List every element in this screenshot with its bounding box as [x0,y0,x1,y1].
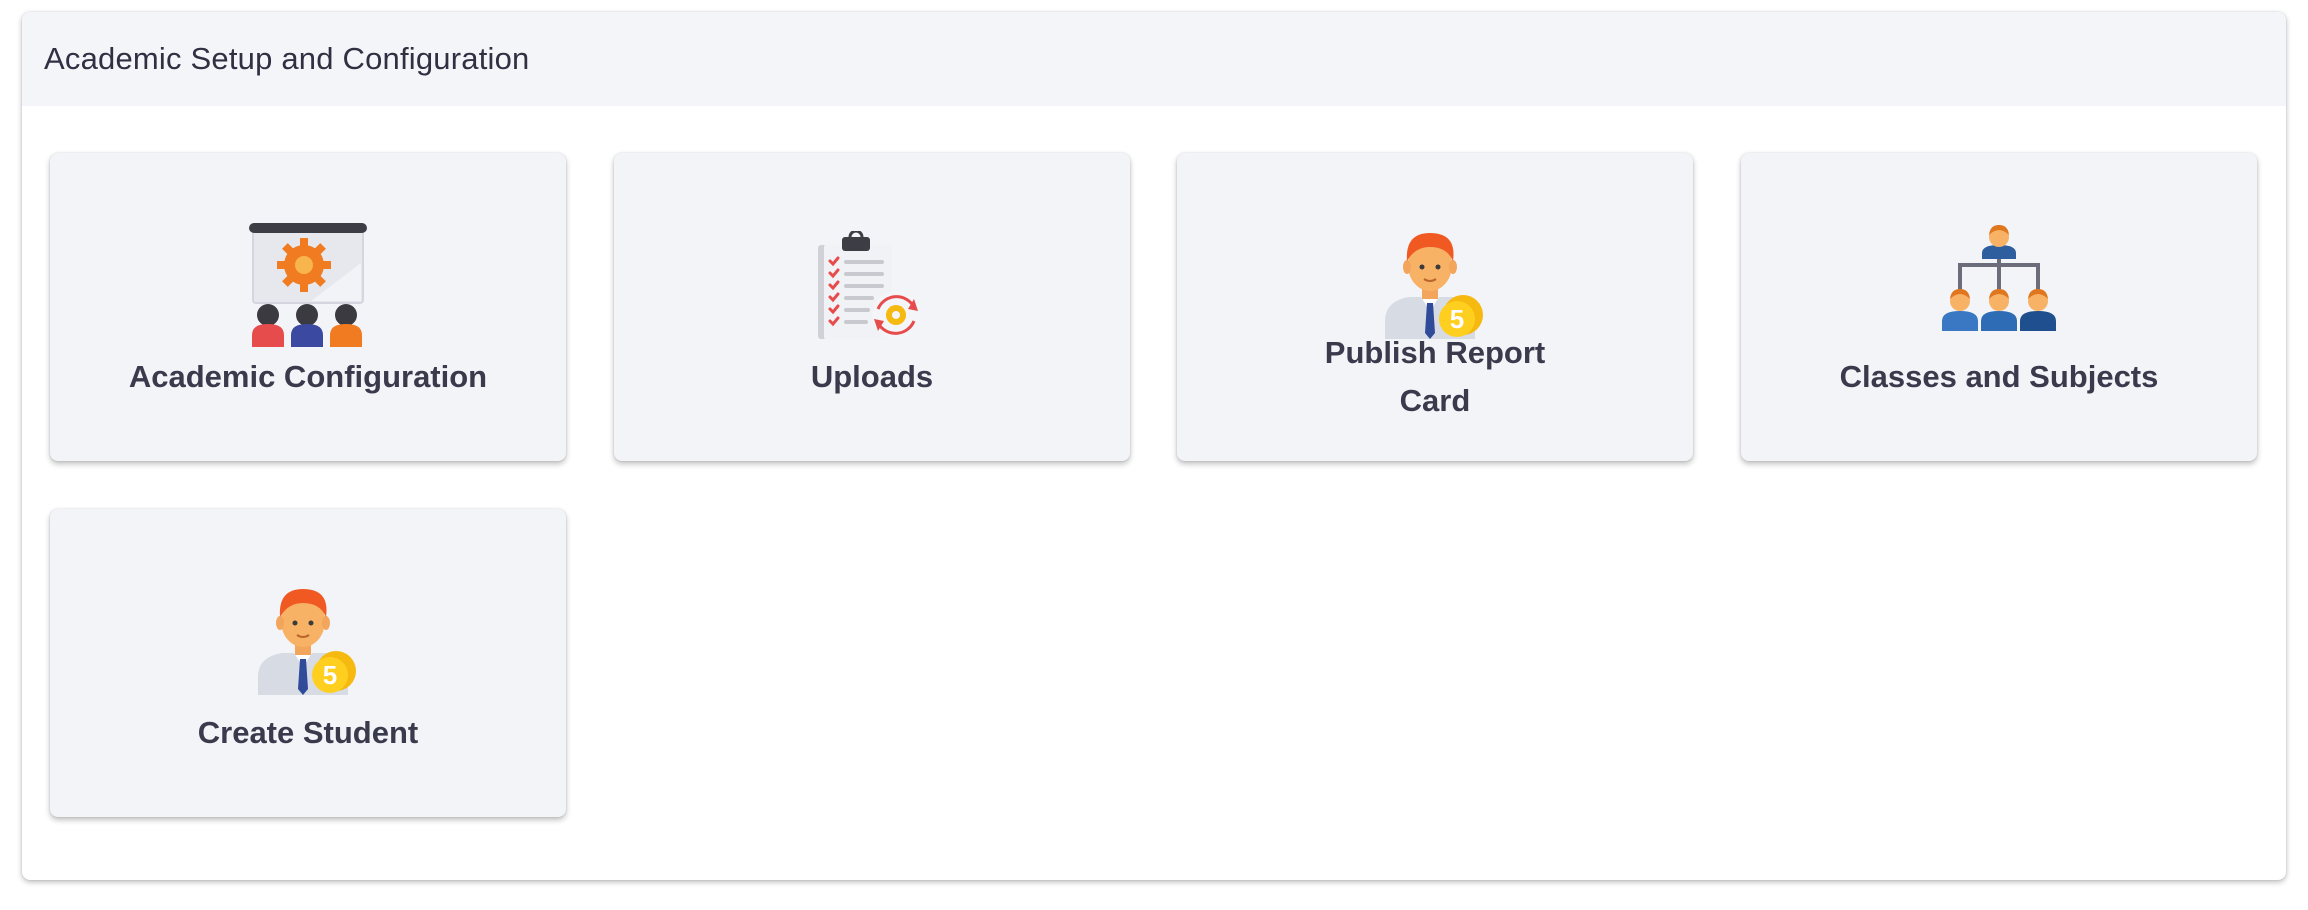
page-title: Academic Setup and Configuration [44,41,530,76]
student-coin-icon: 5 [258,589,356,695]
classes-and-subjects-card[interactable]: Classes and Subjects [1741,153,2257,461]
svg-text:5: 5 [323,660,337,690]
publish-report-card-card[interactable]: 5 Publish Report Card [1177,153,1693,461]
clipboard-sync-icon [818,231,920,339]
academic-setup-panel: Academic Setup and Configuration Academi… [22,12,2286,880]
uploads-card[interactable]: Uploads [614,153,1130,461]
create-student-card[interactable]: 5 Create Student [50,509,566,817]
publish-report-card-label-line1: Publish Report [1324,335,1546,370]
uploads-label: Uploads [810,359,934,394]
classes-and-subjects-label: Classes and Subjects [1839,359,2159,394]
student-coin-icon: 5 [1385,233,1483,339]
publish-report-card-label-line2: Card [1399,383,1471,418]
create-student-label: Create Student [197,715,419,750]
panel-header: Academic Setup and Configuration [22,12,2286,106]
hierarchy-people-icon [1942,225,2056,331]
presentation-gear-icon [249,223,367,347]
academic-configuration-label: Academic Configuration [128,359,488,394]
academic-configuration-card[interactable]: Academic Configuration [50,153,566,461]
